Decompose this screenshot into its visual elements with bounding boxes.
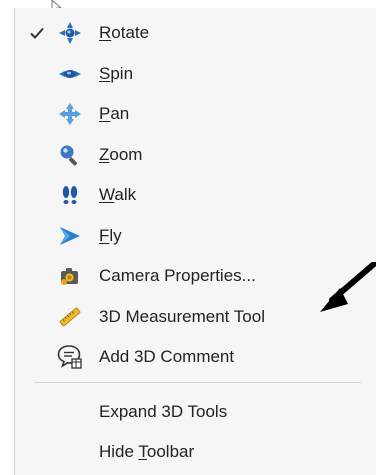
menu-item-walk[interactable]: Walk — [15, 177, 365, 213]
spin-icon — [57, 61, 83, 87]
rotate-icon — [57, 20, 83, 46]
menu-item-fly[interactable]: Fly — [15, 218, 365, 254]
menu-separator — [35, 382, 361, 383]
fly-icon — [57, 223, 83, 249]
menu-item-rotate[interactable]: Rotate — [15, 15, 365, 51]
walk-icon — [57, 182, 83, 208]
menu-item-expand-3d-tools[interactable]: Expand 3D Tools — [15, 394, 365, 430]
zoom-icon — [57, 142, 83, 168]
menu-item-label: Spin — [99, 64, 134, 83]
annotation-arrow-icon — [320, 262, 376, 312]
menu-item-label: Walk — [99, 185, 137, 204]
3d-tools-context-menu: Rotate Spin Pan Zoom Walk Fly Camera Pro… — [14, 8, 376, 475]
menu-item-hide-toolbar[interactable]: Hide Toolbar — [15, 434, 365, 470]
menu-item-label: Camera Properties... — [99, 266, 256, 285]
menu-item-label: Hide Toolbar — [99, 442, 195, 461]
menu-item-3d-measurement-tool[interactable]: 3D Measurement Tool — [15, 299, 365, 335]
ruler-icon — [57, 304, 83, 330]
menu-item-label: Expand 3D Tools — [99, 402, 228, 421]
menu-item-spin[interactable]: Spin — [15, 56, 365, 92]
menu-item-zoom[interactable]: Zoom — [15, 137, 365, 173]
checkmark-icon — [30, 27, 44, 39]
menu-item-pan[interactable]: Pan — [15, 96, 365, 132]
menu-item-label: Add 3D Comment — [99, 347, 235, 366]
pan-icon — [57, 101, 83, 127]
menu-item-label: Zoom — [99, 145, 143, 164]
menu-item-camera-properties[interactable]: Camera Properties... — [15, 258, 365, 294]
menu-item-label: 3D Measurement Tool — [99, 307, 265, 326]
camera-properties-icon — [57, 263, 83, 289]
comment-icon — [57, 344, 83, 370]
screenshot-canvas: Rotate Spin Pan Zoom Walk Fly Camera Pro… — [0, 0, 376, 475]
menu-item-label: Rotate — [99, 23, 150, 42]
menu-item-add-3d-comment[interactable]: Add 3D Comment — [15, 339, 365, 375]
menu-item-label: Fly — [99, 226, 122, 245]
menu-item-label: Pan — [99, 104, 130, 123]
